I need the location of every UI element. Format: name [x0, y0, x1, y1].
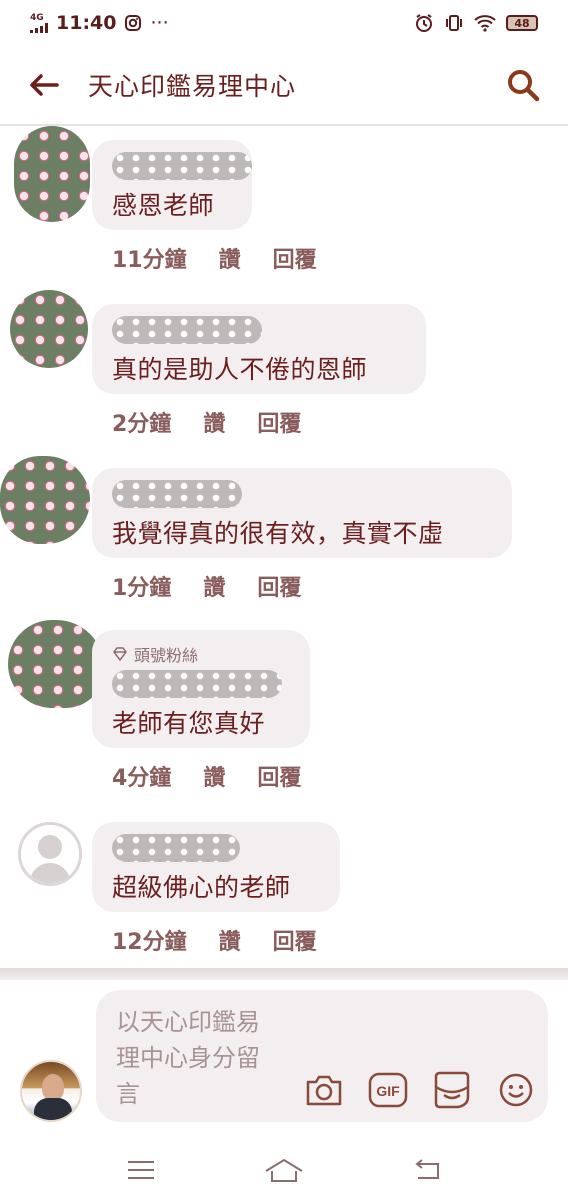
arrow-left-icon [30, 74, 59, 96]
commenter-name-redacted [112, 834, 240, 862]
signal-icon: 4G [30, 12, 48, 33]
comment-actions: 11分鐘 讚 回覆 [112, 242, 349, 274]
battery-icon: 48 [506, 15, 538, 31]
camera-button[interactable] [304, 1070, 344, 1110]
commenter-avatar[interactable] [0, 456, 90, 544]
comment-time: 2分鐘 [112, 412, 172, 437]
search-icon [508, 70, 540, 102]
commenter-name-redacted [112, 670, 282, 698]
reply-button[interactable]: 回覆 [273, 242, 317, 274]
app-header: 天心印鑑易理中心 [0, 46, 568, 126]
comment-actions: 2分鐘 讚 回覆 [112, 406, 333, 438]
reply-button[interactable]: 回覆 [257, 760, 301, 792]
status-bar: 4G 11:40 ··· 48 [0, 0, 568, 46]
reply-button[interactable]: 回覆 [257, 570, 301, 602]
composer-divider [0, 968, 568, 980]
page-avatar [20, 1060, 82, 1122]
emoji-button[interactable] [496, 1070, 536, 1110]
reply-button[interactable]: 回覆 [273, 924, 317, 956]
gif-label: GIF [376, 1083, 400, 1099]
wifi-icon [474, 15, 496, 32]
status-left: 4G 11:40 ··· [30, 12, 169, 34]
like-button[interactable]: 讚 [219, 242, 241, 274]
more-notifications-indicator: ··· [150, 12, 169, 34]
comment-text: 真的是助人不倦的恩師 [112, 355, 368, 384]
comment-composer[interactable]: 以天心印鑑易理中心身分留言 GIF [96, 990, 548, 1122]
back-nav-icon [415, 1159, 439, 1179]
comment-text: 超級佛心的老師 [112, 873, 291, 902]
comment-input-placeholder[interactable]: 以天心印鑑易理中心身分留言 [116, 1004, 276, 1112]
smiley-icon [499, 1073, 533, 1107]
home-icon [265, 1158, 303, 1182]
sticker-button[interactable] [432, 1070, 472, 1110]
like-button[interactable]: 讚 [203, 570, 225, 602]
comment-time: 4分鐘 [112, 766, 172, 791]
menu-nav-button[interactable] [111, 1145, 171, 1195]
back-nav-button[interactable] [397, 1145, 457, 1195]
badge-label: 頭號粉絲 [134, 646, 199, 665]
gif-button[interactable]: GIF [368, 1070, 408, 1110]
comment-bubble[interactable]: 頭號粉絲 老師有您真好 [92, 630, 310, 748]
comment-time: 12分鐘 [112, 930, 187, 955]
comment-actions: 4分鐘 讚 回覆 [112, 760, 333, 792]
comment-bubble[interactable]: 真的是助人不倦的恩師 [92, 304, 426, 394]
comment-bubble[interactable]: 我覺得真的很有效，真實不虛 [92, 468, 512, 558]
comment-actions: 12分鐘 讚 回覆 [112, 924, 349, 956]
comment-text: 老師有您真好 [112, 709, 266, 738]
alarm-icon [416, 14, 432, 32]
camera-icon [306, 1075, 342, 1106]
sticker-icon [434, 1071, 470, 1109]
comment-time: 1分鐘 [112, 576, 172, 601]
comment-bubble[interactable]: 超級佛心的老師 [92, 822, 340, 912]
status-right: 48 [414, 13, 538, 33]
comment-text: 我覺得真的很有效，真實不虛 [112, 519, 444, 548]
diamond-icon [113, 647, 127, 661]
commenter-name-redacted [112, 152, 252, 180]
page-title: 天心印鑑易理中心 [88, 72, 297, 101]
like-button[interactable]: 讚 [219, 924, 241, 956]
commenter-name-redacted [112, 480, 242, 508]
network-type: 4G [30, 12, 44, 23]
comment-bubble[interactable]: 感恩老師 [92, 140, 252, 230]
comment-text: 感恩老師 [112, 191, 215, 220]
default-user-icon [29, 835, 71, 883]
back-button[interactable] [14, 55, 74, 115]
composer-toolbar: GIF [304, 1070, 536, 1110]
menu-icon [128, 1161, 155, 1179]
like-button[interactable]: 讚 [203, 406, 225, 438]
battery-level: 48 [514, 16, 530, 30]
comment-time: 11分鐘 [112, 248, 187, 273]
search-button[interactable] [498, 60, 548, 110]
reply-button[interactable]: 回覆 [257, 406, 301, 438]
gif-icon: GIF [368, 1072, 408, 1108]
comment-actions: 1分鐘 讚 回覆 [112, 570, 333, 602]
commenter-avatar[interactable] [18, 822, 82, 886]
status-time: 11:40 [56, 12, 117, 34]
commenter-avatar[interactable] [10, 290, 88, 368]
system-nav-bar [0, 1140, 568, 1200]
like-button[interactable]: 讚 [203, 760, 225, 792]
vibrate-icon [446, 15, 462, 31]
commenter-avatar[interactable] [8, 620, 104, 708]
instagram-notification-icon [125, 15, 142, 31]
commenter-avatar[interactable] [14, 126, 90, 222]
home-nav-button[interactable] [254, 1145, 314, 1195]
top-fan-badge: 頭號粉絲 [112, 642, 290, 666]
commenter-name-redacted [112, 316, 262, 344]
